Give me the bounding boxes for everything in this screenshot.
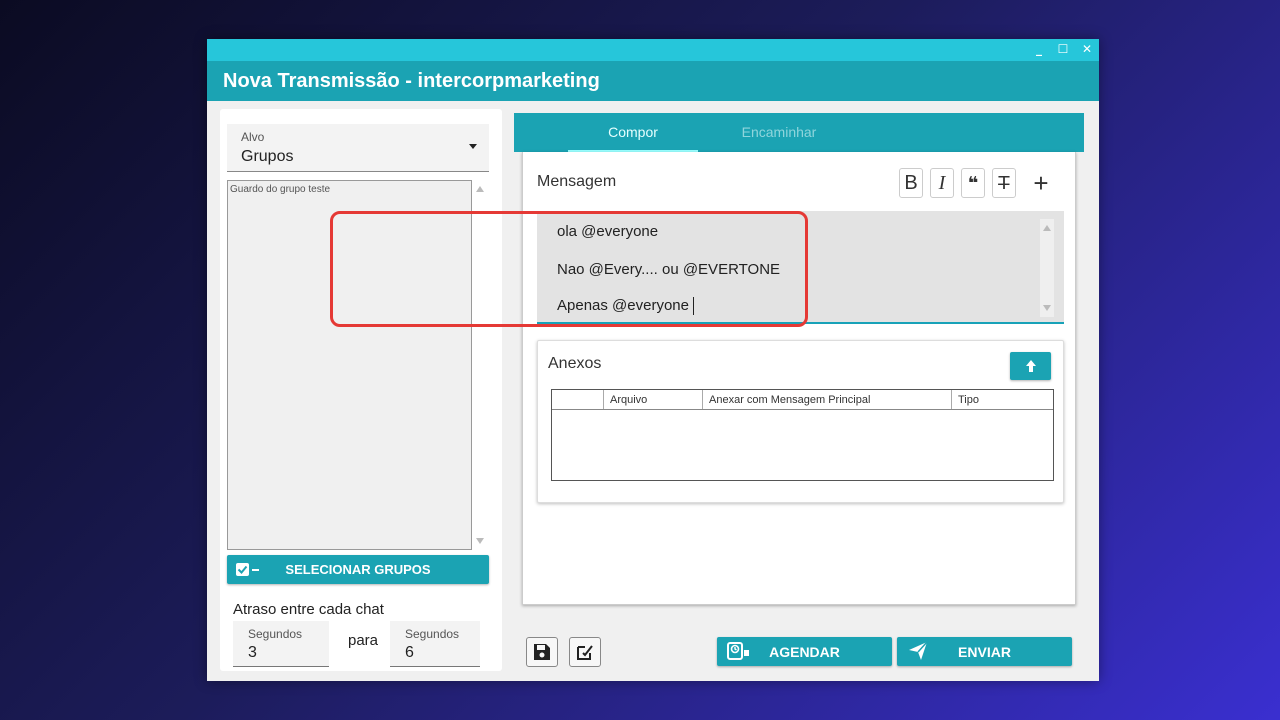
select-groups-label: SELECIONAR GRUPOS xyxy=(285,562,431,577)
column-select xyxy=(552,390,604,409)
alvo-value: Grupos xyxy=(241,148,294,165)
save-button[interactable] xyxy=(526,637,558,667)
schedule-label: AGENDAR xyxy=(769,643,840,660)
alvo-label: Alvo xyxy=(241,130,265,144)
alvo-select[interactable]: Alvo Grupos xyxy=(227,124,489,172)
add-icon[interactable]: + xyxy=(1029,168,1053,198)
send-label: ENVIAR xyxy=(958,643,1011,660)
scroll-down-icon[interactable] xyxy=(476,538,484,544)
scroll-up-icon[interactable] xyxy=(1043,225,1051,231)
group-list-scrollbar[interactable] xyxy=(473,180,487,550)
quote-icon[interactable]: ❝ xyxy=(961,168,985,198)
delay-to-value: 6 xyxy=(405,644,414,661)
target-panel: Alvo Grupos Guardo do grupo teste SELECI… xyxy=(220,109,502,671)
upload-arrow-icon xyxy=(1025,360,1036,372)
delay-from-value: 3 xyxy=(248,644,257,661)
delay-separator: para xyxy=(348,632,379,649)
send-button[interactable]: ENVIAR xyxy=(897,637,1072,666)
italic-icon[interactable]: I xyxy=(930,168,954,198)
minimize-icon[interactable]: _ xyxy=(1033,41,1045,57)
edit-button[interactable] xyxy=(569,637,601,667)
attachments-section: Anexos Arquivo Anexar com Mensagem Princ… xyxy=(537,340,1064,503)
close-icon[interactable]: ✕ xyxy=(1081,41,1093,57)
edit-icon xyxy=(577,645,593,660)
checkbox-minus-icon xyxy=(235,562,261,578)
window-chrome: _ ☐ ✕ xyxy=(207,39,1099,61)
group-list[interactable]: Guardo do grupo teste xyxy=(227,180,472,550)
column-tipo: Tipo xyxy=(958,394,979,406)
window-title: Nova Transmissão - intercorpmarketing xyxy=(207,61,1099,101)
clock-calendar-icon xyxy=(727,640,751,665)
message-line-1: ola @everyone xyxy=(557,223,659,240)
column-anexar: Anexar com Mensagem Principal xyxy=(703,390,952,409)
column-arquivo: Arquivo xyxy=(604,390,703,409)
upload-button[interactable] xyxy=(1010,352,1051,380)
tab-compor[interactable]: Compor xyxy=(568,113,698,152)
message-input[interactable]: ola @everyone Nao @Every.... ou @EVERTON… xyxy=(537,211,1064,324)
message-label: Mensagem xyxy=(537,173,617,190)
save-icon xyxy=(534,644,550,660)
tab-encaminhar[interactable]: Encaminhar xyxy=(714,113,844,152)
delay-to-field[interactable]: Segundos 6 xyxy=(390,621,480,667)
strikethrough-icon[interactable]: T̶ xyxy=(992,168,1016,198)
delay-from-label: Segundos xyxy=(248,627,303,641)
broadcast-window: _ ☐ ✕ Nova Transmissão - intercorpmarket… xyxy=(207,39,1099,681)
attachments-table[interactable]: Arquivo Anexar com Mensagem Principal Ti… xyxy=(551,389,1054,481)
message-line-2: Nao @Every.... ou @EVERTONE xyxy=(557,261,781,278)
format-toolbar: B I ❝ T̶ + xyxy=(899,168,1053,198)
scroll-down-icon[interactable] xyxy=(1043,305,1051,311)
delay-label: Atraso entre cada chat xyxy=(233,601,384,618)
schedule-button[interactable]: AGENDAR xyxy=(717,637,892,666)
delay-to-label: Segundos xyxy=(405,627,460,641)
attachments-table-header: Arquivo Anexar com Mensagem Principal Ti… xyxy=(552,390,1053,410)
text-caret xyxy=(692,297,694,316)
attachments-title: Anexos xyxy=(548,355,602,372)
chevron-down-icon[interactable] xyxy=(469,144,477,149)
message-line-3: Apenas @everyone xyxy=(557,297,694,316)
compose-panel: Mensagem B I ❝ T̶ + ola @everyone Nao @E… xyxy=(522,152,1076,605)
scroll-up-icon[interactable] xyxy=(476,186,484,192)
message-scrollbar[interactable] xyxy=(1040,219,1054,317)
select-groups-button[interactable]: SELECIONAR GRUPOS xyxy=(227,555,489,584)
bold-icon[interactable]: B xyxy=(899,168,923,198)
send-icon xyxy=(907,640,929,665)
delay-from-field[interactable]: Segundos 3 xyxy=(233,621,329,667)
message-line-3-text: Apenas @everyone xyxy=(557,297,689,314)
maximize-icon[interactable]: ☐ xyxy=(1057,41,1069,57)
compose-tabs: Compor Encaminhar xyxy=(514,113,1084,152)
group-list-hint: Guardo do grupo teste xyxy=(230,184,331,195)
